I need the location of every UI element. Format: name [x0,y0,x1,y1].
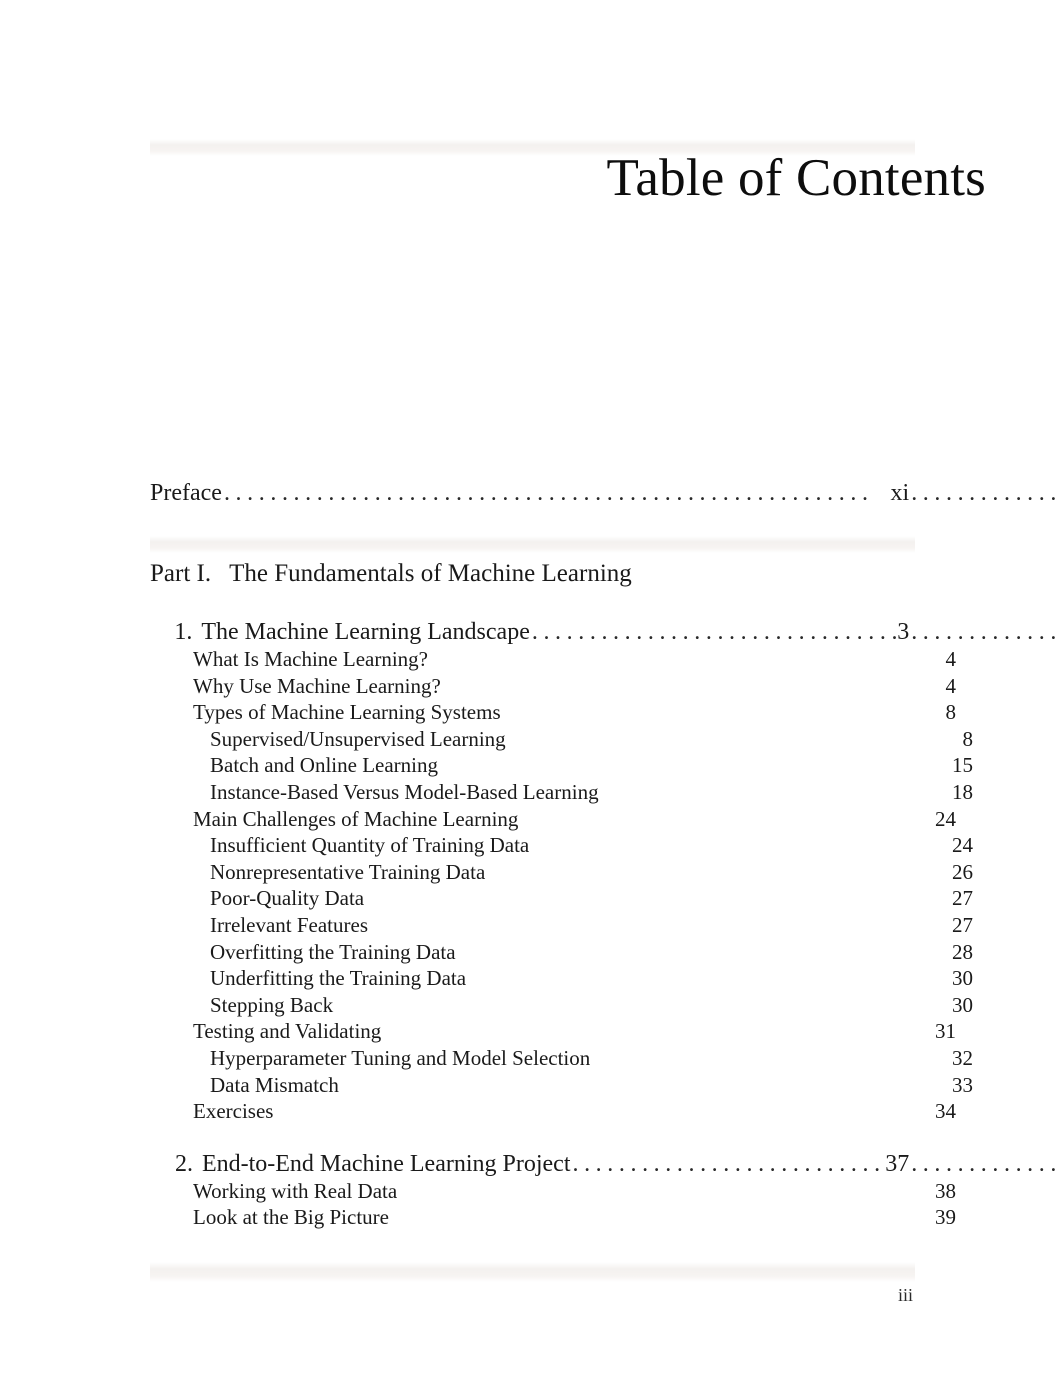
toc-entry-label: Main Challenges of Machine Learning [193,806,519,831]
toc-entry-preface[interactable]: Preface ................................… [150,478,1062,508]
toc-entry-label: Underfitting the Training Data [210,966,467,991]
toc-entry-label: What Is Machine Learning? [193,647,428,671]
chapter-page-number: 37 [885,1150,910,1177]
toc-entry-page-number: 27 [952,913,973,937]
dot-leader-tail: ............. [911,1150,1062,1177]
part-title: The Fundamentals of Machine Learning [229,560,632,587]
toc-entry-label: Testing and Validating [193,1019,382,1044]
toc-entry-page-number: 24 [935,806,956,831]
dot-leader-tail: ............. [911,480,1062,506]
toc-entry-label: Supervised/Unsupervised Learning [210,726,506,751]
toc-entry[interactable]: Exercises 34 [150,1098,956,1124]
chapter-number: 1. [174,619,193,645]
toc-entry-label: Instance-Based Versus Model-Based Learni… [210,780,599,804]
toc-entry-page-number: 34 [935,1099,956,1124]
dot-leader: ........................................… [223,480,874,506]
toc-entry[interactable]: Why Use Machine Learning? 4 [150,673,956,699]
toc-entry[interactable]: Instance-Based Versus Model-Based Learni… [150,779,973,805]
chapter-title: The Machine Learning Landscape [201,619,530,645]
part-number: Part I. [150,560,212,587]
dot-leader: ........................... [572,1150,886,1177]
folio-page-number: iii [897,1285,913,1305]
toc-chapter-row[interactable]: 1. The Machine Learning Landscape........… [150,617,1062,647]
toc-entry-page-number: 28 [952,939,973,964]
toc-entry-page-number: 26 [952,859,973,884]
toc-entry-page-number: 33 [952,1072,973,1097]
toc-entry-label: Irrelevant Features [210,913,369,937]
chapter-title: End-to-End Machine Learning Project [201,1150,571,1177]
toc-entry-page-number: 30 [952,966,973,991]
toc-entry-page-number: 32 [952,1046,973,1070]
chapter-page-number: 3 [897,619,910,645]
toc-entry[interactable]: Nonrepresentative Training Data 26 [150,859,973,885]
toc-entry-label: Poor-Quality Data [210,886,365,911]
toc-entry[interactable]: Look at the Big Picture 39 [150,1204,956,1230]
toc-entry-page-number: 27 [952,886,973,911]
toc-page: Table of Contents Preface ..............… [0,0,1062,1396]
toc-entry[interactable]: Types of Machine Learning Systems 8 [150,699,956,725]
toc-entry[interactable]: Overfitting the Training Data 28 [150,939,973,965]
toc-entry[interactable]: What Is Machine Learning? 4 [150,646,956,672]
toc-entry-label: Working with Real Data [193,1178,398,1203]
toc-entry-label: Overfitting the Training Data [210,939,456,964]
part-rule [150,536,915,553]
toc-entry-page-number: 4 [945,673,957,698]
dot-leader: ................................ [531,619,898,645]
toc-entry-label: Data Mismatch [210,1072,339,1097]
toc-entry[interactable]: Poor-Quality Data 27 [150,885,973,911]
toc-entry[interactable]: Data Mismatch 33 [150,1072,973,1098]
toc-entry-label: Exercises [193,1099,274,1124]
toc-entry[interactable]: Main Challenges of Machine Learning 24 [150,806,956,832]
preface-label: Preface [150,480,222,506]
page-title: Table of Contents [606,149,986,207]
toc-entry[interactable]: Hyperparameter Tuning and Model Selectio… [150,1045,973,1071]
dot-leader-tail: ............. [911,619,1062,645]
toc-entry-label: Batch and Online Learning [210,753,439,778]
toc-entry-page-number: 39 [935,1205,956,1230]
toc-entry-label: Stepping Back [210,992,334,1017]
preface-page-number: xi [890,480,910,506]
toc-chapter-row[interactable]: 2. End-to-End Machine Learning Project...… [150,1149,1062,1179]
toc-entry-page-number: 4 [945,647,957,671]
toc-entry[interactable]: Working with Real Data 38 [150,1178,956,1204]
toc-entry[interactable]: Stepping Back 30 [150,992,973,1018]
toc-entry-page-number: 30 [952,992,973,1017]
toc-entry[interactable]: Supervised/Unsupervised Learning 8 [150,726,973,752]
toc-entry[interactable]: Irrelevant Features 27 [150,912,973,938]
toc-entry-page-number: 38 [935,1178,956,1203]
toc-entry[interactable]: Testing and Validating 31 [150,1018,956,1044]
toc-entry-page-number: 24 [952,833,973,858]
toc-entry[interactable]: Batch and Online Learning 15 [150,752,973,778]
toc-entry-label: Why Use Machine Learning? [193,673,441,698]
toc-entry-page-number: 31 [935,1019,956,1044]
toc-entry-page-number: 18 [952,780,973,804]
toc-entry-label: Insufficient Quantity of Training Data [210,833,530,858]
toc-entry-label: Types of Machine Learning Systems [193,700,501,725]
toc-entry-page-number: 15 [952,753,973,778]
toc-entry[interactable]: Underfitting the Training Data 30 [150,965,973,991]
footer-rule [150,1262,915,1282]
chapter-number: 2. [174,1150,193,1177]
toc-entry-label: Nonrepresentative Training Data [210,859,486,884]
toc-entry-page-number: 8 [945,700,957,725]
part-heading: Part I. The Fundamentals of Machine Learn… [150,558,632,590]
toc-entry-page-number: 8 [962,726,974,751]
toc-entry-label: Look at the Big Picture [193,1205,389,1230]
toc-entry[interactable]: Insufficient Quantity of Training Data 24 [150,832,973,858]
toc-entry-label: Hyperparameter Tuning and Model Selectio… [210,1046,591,1070]
